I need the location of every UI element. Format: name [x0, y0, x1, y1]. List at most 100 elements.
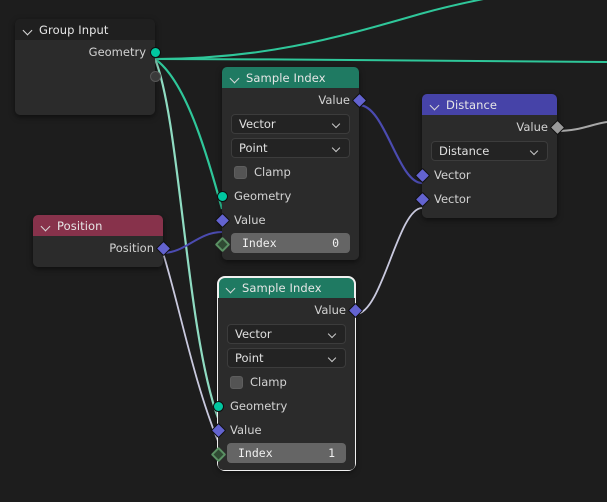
- socket-row-si2-value-out: Value: [218, 298, 363, 322]
- socket-label-si2-value: Value: [230, 423, 262, 437]
- node-distance-title: Distance: [446, 97, 498, 112]
- node-sample-index-1[interactable]: Sample Index Value Vector Point Clamp Ge…: [214, 67, 367, 260]
- socket-row-distance-value-out: Value: [422, 115, 565, 139]
- link-sampleindex2-to-distance-vector2: [355, 207, 423, 315]
- numberfield-si1-index[interactable]: Index 0: [231, 233, 350, 253]
- chevron-down-icon[interactable]: [429, 99, 441, 111]
- socket-si1-geometry-in[interactable]: [216, 190, 228, 202]
- socket-geometry-out[interactable]: [149, 46, 161, 58]
- node-sample-index-2-body: Value Vector Point Clamp Geometry Value …: [210, 298, 363, 470]
- dropdown-si1-data-type-value: Vector: [239, 117, 276, 131]
- node-sample-index-2[interactable]: Sample Index Value Vector Point Clamp Ge…: [210, 276, 363, 471]
- socket-row-si1-value-in: Value: [214, 208, 359, 232]
- chevron-down-icon[interactable]: [229, 72, 241, 84]
- node-position[interactable]: Position Position: [33, 215, 171, 267]
- link-position-to-sampleindex1-value: [162, 231, 223, 254]
- node-editor-canvas[interactable]: Group Input Geometry Position Position S…: [0, 0, 607, 502]
- chevron-down-icon[interactable]: [225, 282, 237, 294]
- socket-label-distance-vector-2: Vector: [434, 192, 471, 206]
- numberfield-si2-index-value: 1: [328, 446, 335, 460]
- socket-si2-value-in[interactable]: [210, 422, 226, 438]
- node-distance[interactable]: Distance Value Distance Vector Vector: [414, 94, 565, 218]
- dropdown-distance-operation-value: Distance: [439, 144, 490, 158]
- socket-label-distance-vector-1: Vector: [434, 168, 471, 182]
- node-distance-body: Value Distance Vector Vector: [414, 115, 565, 218]
- socket-position-out[interactable]: [155, 240, 171, 256]
- socket-si1-value-out[interactable]: [351, 92, 367, 108]
- socket-distance-vector-2-in[interactable]: [414, 191, 430, 207]
- si2-datatype-wrap: Vector: [218, 322, 355, 346]
- node-group-input-title: Group Input: [39, 22, 109, 37]
- numberfield-si1-index-label: Index: [242, 236, 277, 250]
- si2-index-host: Index 1: [210, 443, 355, 463]
- socket-row-distance-vector-2: Vector: [414, 187, 557, 211]
- socket-si1-index-in[interactable]: [214, 236, 230, 252]
- node-position-header[interactable]: Position: [33, 215, 163, 236]
- chevron-down-icon: [531, 148, 539, 156]
- node-sample-index-1-header[interactable]: Sample Index: [222, 67, 359, 88]
- checkbox-row-si1-clamp[interactable]: Clamp: [222, 160, 359, 184]
- socket-si1-value-in[interactable]: [214, 212, 230, 228]
- dropdown-si2-domain[interactable]: Point: [227, 348, 346, 368]
- socket-row-group-input-geometry: Geometry: [15, 40, 161, 64]
- si1-domain-wrap: Point: [222, 136, 359, 160]
- node-position-title: Position: [57, 218, 103, 233]
- dropdown-si1-domain[interactable]: Point: [231, 138, 350, 158]
- socket-label-si1-geometry: Geometry: [234, 189, 292, 203]
- node-position-body: Position: [33, 236, 171, 267]
- link-sampleindex1-to-distance-vector1: [358, 103, 423, 185]
- distance-operation-wrap: Distance: [422, 139, 557, 163]
- node-distance-header[interactable]: Distance: [422, 94, 557, 115]
- socket-row-position-out: Position: [33, 236, 171, 260]
- chevron-down-icon: [333, 145, 341, 153]
- dropdown-si2-domain-value: Point: [235, 351, 264, 365]
- numberfield-si2-index[interactable]: Index 1: [227, 443, 346, 463]
- socket-row-si1-value-out: Value: [222, 88, 367, 112]
- dropdown-si1-domain-value: Point: [239, 141, 268, 155]
- chevron-down-icon[interactable]: [40, 220, 52, 232]
- socket-row-group-input-virtual: [15, 64, 161, 88]
- checkbox-label-si1-clamp: Clamp: [254, 165, 291, 179]
- si1-index-host: Index 0: [214, 233, 359, 253]
- link-position-to-sampleindex2-value: [162, 252, 219, 442]
- dropdown-si1-data-type[interactable]: Vector: [231, 114, 350, 134]
- socket-si2-geometry-in[interactable]: [212, 400, 224, 412]
- node-group-input[interactable]: Group Input Geometry: [15, 19, 161, 115]
- node-sample-index-2-header[interactable]: Sample Index: [218, 277, 355, 298]
- socket-virtual-out[interactable]: [149, 70, 161, 82]
- socket-si2-index-in[interactable]: [210, 446, 226, 462]
- node-sample-index-1-body: Value Vector Point Clamp Geometry Value …: [214, 88, 367, 260]
- checkbox-si1-clamp[interactable]: [234, 165, 247, 179]
- socket-si2-value-out[interactable]: [347, 302, 363, 318]
- socket-row-si1-geometry-in: Geometry: [216, 184, 359, 208]
- node-group-input-body: Geometry: [15, 40, 161, 115]
- node-group-input-header[interactable]: Group Input: [15, 19, 155, 40]
- chevron-down-icon: [329, 355, 337, 363]
- socket-row-si2-value-in: Value: [210, 418, 355, 442]
- si2-domain-wrap: Point: [218, 346, 355, 370]
- link-groupinput-to-sampleindex2-geometry: [153, 58, 220, 419]
- numberfield-si2-index-label: Index: [238, 446, 273, 460]
- link-groupinput-to-offscreen-right: [154, 58, 607, 63]
- chevron-down-icon[interactable]: [22, 24, 34, 36]
- socket-label-geometry: Geometry: [88, 45, 146, 59]
- socket-label-position: Position: [109, 241, 154, 255]
- dropdown-si2-data-type-value: Vector: [235, 327, 272, 341]
- si1-datatype-wrap: Vector: [222, 112, 359, 136]
- socket-distance-value-out[interactable]: [549, 119, 565, 135]
- socket-row-distance-vector-1: Vector: [414, 163, 557, 187]
- checkbox-row-si2-clamp[interactable]: Clamp: [218, 370, 355, 394]
- checkbox-si2-clamp[interactable]: [230, 375, 243, 389]
- socket-label-value-out: Value: [318, 93, 350, 107]
- checkbox-label-si2-clamp: Clamp: [250, 375, 287, 389]
- chevron-down-icon: [329, 331, 337, 339]
- node-sample-index-1-title: Sample Index: [246, 70, 326, 85]
- socket-label-distance-value: Value: [516, 120, 548, 134]
- socket-label-si1-value: Value: [234, 213, 266, 227]
- link-groupinput-to-offscreen-upper: [154, 0, 484, 60]
- socket-distance-vector-1-in[interactable]: [414, 167, 430, 183]
- node-sample-index-2-title: Sample Index: [242, 280, 322, 295]
- dropdown-distance-operation[interactable]: Distance: [431, 141, 548, 161]
- socket-label-si2-geometry: Geometry: [230, 399, 288, 413]
- dropdown-si2-data-type[interactable]: Vector: [227, 324, 346, 344]
